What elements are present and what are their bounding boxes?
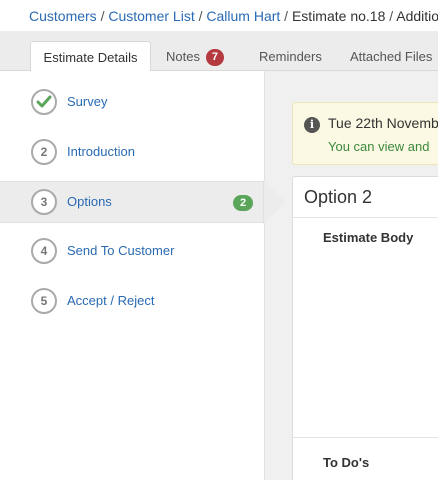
breadcrumb-estimate: Estimate no.18 <box>291 8 386 24</box>
breadcrumb-separator: / <box>194 8 207 24</box>
tab-label: Estimate Details <box>43 50 138 65</box>
breadcrumb-customers[interactable]: Customers <box>29 8 97 24</box>
tab-reminders[interactable]: Reminders <box>259 41 322 72</box>
breadcrumb-customer-name[interactable]: Callum Hart <box>206 8 280 24</box>
step-send-to-customer[interactable]: 4 Send To Customer <box>0 231 264 271</box>
step-options[interactable]: 3 Options 2 <box>0 181 264 223</box>
notes-count-badge: 7 <box>205 49 224 66</box>
option-panel: Option 2 Estimate Body To Do's <box>292 176 438 480</box>
breadcrumb-separator: / <box>385 8 397 24</box>
step-number: 4 <box>31 238 57 264</box>
breadcrumb-current: Additio <box>396 8 438 24</box>
breadcrumb-customer-list[interactable]: Customer List <box>108 8 194 24</box>
tab-notes[interactable]: Notes 7 <box>166 41 224 72</box>
step-introduction[interactable]: 2 Introduction <box>0 132 264 172</box>
info-icon: i <box>304 117 320 133</box>
option-title: Option 2 <box>304 187 373 207</box>
divider <box>293 217 438 218</box>
step-label: Options <box>67 194 112 209</box>
step-number: 2 <box>31 139 57 165</box>
step-label: Introduction <box>67 144 135 159</box>
alert-message: You can view and <box>328 139 430 154</box>
check-icon <box>36 95 52 108</box>
step-label: Send To Customer <box>67 243 175 258</box>
step-survey[interactable]: Survey <box>0 82 264 122</box>
info-alert: i Tue 22th Novemb You can view and <box>292 102 438 165</box>
step-number: 3 <box>31 189 57 215</box>
breadcrumb-separator: / <box>96 8 109 24</box>
tab-estimate-details[interactable]: Estimate Details <box>30 41 151 72</box>
divider <box>293 437 438 438</box>
estimate-body-heading: Estimate Body <box>323 230 414 245</box>
breadcrumb-separator: / <box>280 8 292 24</box>
step-accept-reject[interactable]: 5 Accept / Reject <box>0 281 264 321</box>
options-count-badge: 2 <box>233 195 253 211</box>
step-label: Accept / Reject <box>67 293 155 308</box>
tab-label: Attached Files <box>350 49 433 64</box>
active-step-pointer <box>264 181 285 223</box>
tab-attached-files[interactable]: Attached Files <box>350 41 432 72</box>
step-status-circle <box>31 89 57 115</box>
step-label: Survey <box>67 94 108 109</box>
breadcrumb: Customers / Customer List / Callum Hart … <box>0 0 438 31</box>
tab-label: Reminders <box>259 49 322 64</box>
tab-label: Notes <box>166 49 200 64</box>
todos-heading: To Do's <box>323 455 370 470</box>
alert-date: Tue 22th Novemb <box>328 115 438 131</box>
step-number: 5 <box>31 288 57 314</box>
tab-bar: Estimate Details Notes 7 Reminders Attach… <box>0 31 438 72</box>
steps-sidebar: Survey 2 Introduction 3 Options 2 4 Send… <box>0 71 265 480</box>
